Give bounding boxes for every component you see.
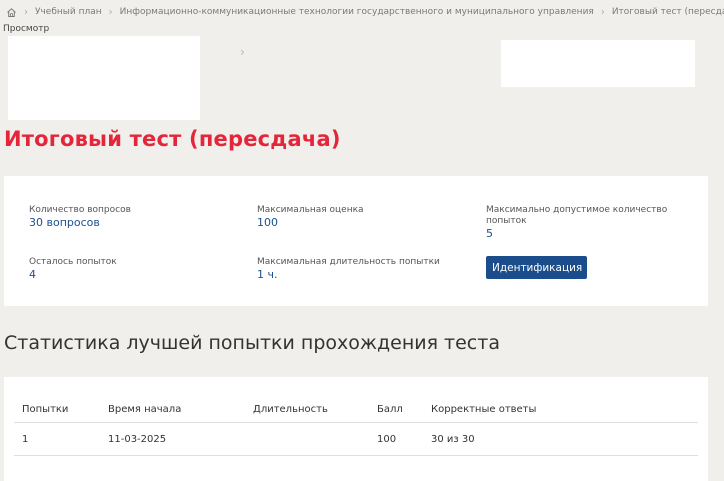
info-questions: Количество вопросов 30 вопросов <box>29 205 229 229</box>
test-info-card: Количество вопросов 30 вопросов Максимал… <box>4 176 708 306</box>
page-title: Итоговый тест (пересдача) <box>4 127 341 151</box>
stats-title: Статистика лучшей попытки прохождения те… <box>4 332 500 354</box>
chevron-right-icon: › <box>108 6 113 18</box>
info-max-grade-value: 100 <box>257 216 278 229</box>
table-row: 1 11-03-2025 100 30 из 30 <box>14 422 698 456</box>
cell-score: 100 <box>369 422 423 456</box>
cell-start-time: 11-03-2025 <box>100 422 245 456</box>
column-header-score: Балл <box>369 396 423 423</box>
breadcrumb-item-course[interactable]: Информационно-коммуникационные технологи… <box>120 7 594 17</box>
info-attempts-left: Осталось попыток 4 <box>29 257 229 281</box>
home-icon[interactable] <box>6 7 17 18</box>
cell-duration <box>245 422 369 456</box>
breadcrumb-item-plan[interactable]: Учебный план <box>35 7 102 17</box>
info-max-attempts: Максимально допустимое количество попыто… <box>486 205 676 240</box>
identification-button[interactable]: Идентификация <box>486 256 587 279</box>
info-max-duration-value: 1 ч. <box>257 268 278 281</box>
info-attempts-left-label: Осталось попыток <box>29 257 117 267</box>
column-header-attempts: Попытки <box>14 396 100 423</box>
cell-attempt: 1 <box>14 422 100 456</box>
info-questions-label: Количество вопросов <box>29 205 131 215</box>
home-icon-svg <box>7 7 16 17</box>
column-header-correct-answers: Корректные ответы <box>423 396 698 423</box>
view-label: Просмотр <box>3 24 50 34</box>
table-header-row: Попытки Время начала Длительность Балл К… <box>14 396 698 423</box>
breadcrumb-item-test[interactable]: Итоговый тест (пересдача) <box>612 7 724 17</box>
column-header-duration: Длительность <box>245 396 369 423</box>
stats-table: Попытки Время начала Длительность Балл К… <box>14 396 698 456</box>
info-max-grade-label: Максимальная оценка <box>257 205 364 215</box>
breadcrumb: › Учебный план › Информационно-коммуника… <box>0 0 724 24</box>
chevron-right-icon: › <box>24 6 28 18</box>
info-max-attempts-value: 5 <box>486 227 493 240</box>
info-max-attempts-label: Максимально допустимое количество попыто… <box>486 205 668 226</box>
cell-correct-answers: 30 из 30 <box>423 422 698 456</box>
info-questions-value: 30 вопросов <box>29 216 100 229</box>
stats-card: Попытки Время начала Длительность Балл К… <box>4 377 708 481</box>
column-header-start-time: Время начала <box>100 396 245 423</box>
chevron-right-icon: › <box>600 6 605 18</box>
info-max-duration-label: Максимальная длительность попытки <box>257 257 440 267</box>
banner-placeholder-left <box>8 36 200 120</box>
info-attempts-left-value: 4 <box>29 268 36 281</box>
chevron-right-icon: › <box>240 45 245 59</box>
info-max-grade: Максимальная оценка 100 <box>257 205 457 229</box>
info-max-duration: Максимальная длительность попытки 1 ч. <box>257 257 467 281</box>
banner-placeholder-right <box>501 40 695 87</box>
